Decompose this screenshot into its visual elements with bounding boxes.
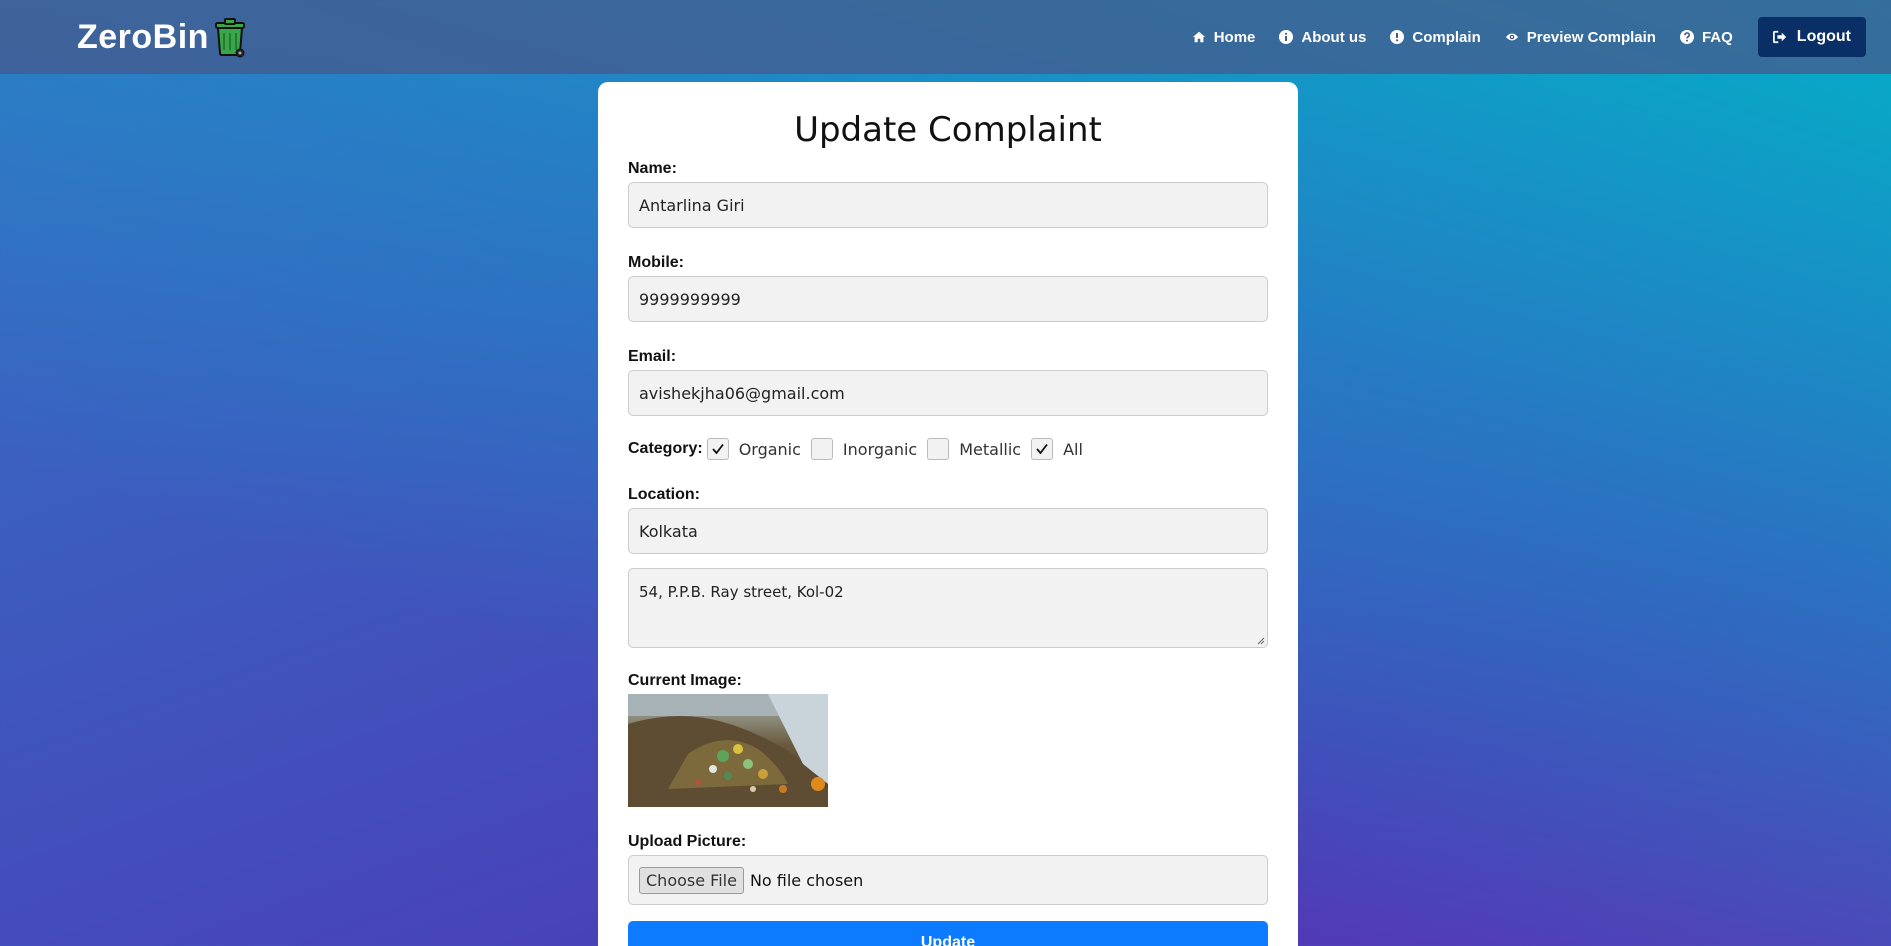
current-image-label: Current Image:	[628, 672, 742, 689]
update-button[interactable]: Update	[628, 921, 1268, 946]
home-icon	[1192, 30, 1206, 44]
nav-item-complain[interactable]: Complain	[1390, 28, 1481, 46]
brand-name[interactable]: ZeroBin	[77, 18, 209, 57]
location-value: Kolkata	[639, 521, 698, 541]
mobile-field[interactable]: 9999999999	[628, 276, 1268, 322]
nav-item-label: About us	[1301, 28, 1367, 46]
question-icon	[1679, 30, 1694, 44]
check-icon	[1036, 443, 1048, 455]
mobile-value: 9999999999	[639, 289, 741, 309]
nav-item-faq[interactable]: FAQ	[1679, 28, 1733, 46]
nav-links: Home About us Complain Preview Complain …	[1168, 17, 1866, 57]
email-value: avishekjha06@gmail.com	[639, 383, 845, 403]
choose-file-button[interactable]: Choose File	[639, 866, 744, 894]
nav-item-home[interactable]: Home	[1192, 28, 1256, 46]
nav-item-about[interactable]: About us	[1279, 29, 1366, 46]
navbar: ZeroBin Home About us Complain Preview C…	[0, 0, 1891, 74]
brand[interactable]: ZeroBin	[77, 16, 247, 58]
address-value: 54, P.P.B. Ray street, Kol-02	[639, 583, 844, 601]
category-all-checkbox[interactable]	[1031, 438, 1054, 460]
category-inorganic-label[interactable]: Inorganic	[843, 440, 917, 459]
resize-handle-icon[interactable]	[1257, 637, 1265, 645]
page-title: Update Complaint	[794, 110, 1102, 150]
mobile-label: Mobile:	[628, 254, 684, 271]
category-metallic-checkbox[interactable]	[927, 438, 950, 460]
logout-label: Logout	[1796, 28, 1851, 45]
name-field[interactable]: Antarlina Giri	[628, 182, 1268, 228]
eye-icon	[1505, 30, 1519, 44]
nav-item-label: FAQ	[1701, 28, 1733, 46]
upload-picture-label: Upload Picture:	[628, 833, 747, 850]
upload-picture-input[interactable]: Choose File No file chosen	[628, 855, 1268, 905]
logout-button[interactable]: Logout	[1757, 17, 1866, 57]
check-icon	[712, 443, 724, 455]
nav-item-preview-complain[interactable]: Preview Complain	[1505, 29, 1656, 46]
trash-bin-icon	[213, 16, 247, 58]
address-textarea[interactable]: 54, P.P.B. Ray street, Kol-02	[628, 568, 1268, 648]
current-image	[628, 694, 828, 807]
nav-item-label: Preview Complain	[1526, 28, 1656, 46]
name-value: Antarlina Giri	[639, 195, 745, 215]
category-label: Category:	[628, 440, 703, 457]
email-label: Email:	[628, 348, 677, 365]
location-field[interactable]: Kolkata	[628, 508, 1268, 554]
category-metallic-label[interactable]: Metallic	[959, 440, 1021, 459]
category-organic-label[interactable]: Organic	[739, 440, 801, 459]
category-all-label[interactable]: All	[1063, 440, 1083, 459]
info-icon	[1279, 30, 1294, 44]
nav-item-label: Home	[1213, 28, 1256, 46]
nav-item-label: Complain	[1412, 28, 1481, 46]
name-label: Name:	[628, 160, 677, 177]
location-label: Location:	[628, 486, 700, 503]
category-inorganic-checkbox[interactable]	[810, 438, 833, 460]
update-complaint-card: Update Complaint Name: Antarlina Giri Mo…	[598, 82, 1298, 946]
logout-icon	[1772, 30, 1787, 44]
no-file-text: No file chosen	[749, 870, 864, 890]
exclamation-icon	[1390, 30, 1405, 44]
email-field[interactable]: avishekjha06@gmail.com	[628, 370, 1268, 416]
category-group: Category: Organic Inorganic Metallic All	[628, 438, 1268, 460]
category-organic-checkbox[interactable]	[706, 438, 729, 460]
